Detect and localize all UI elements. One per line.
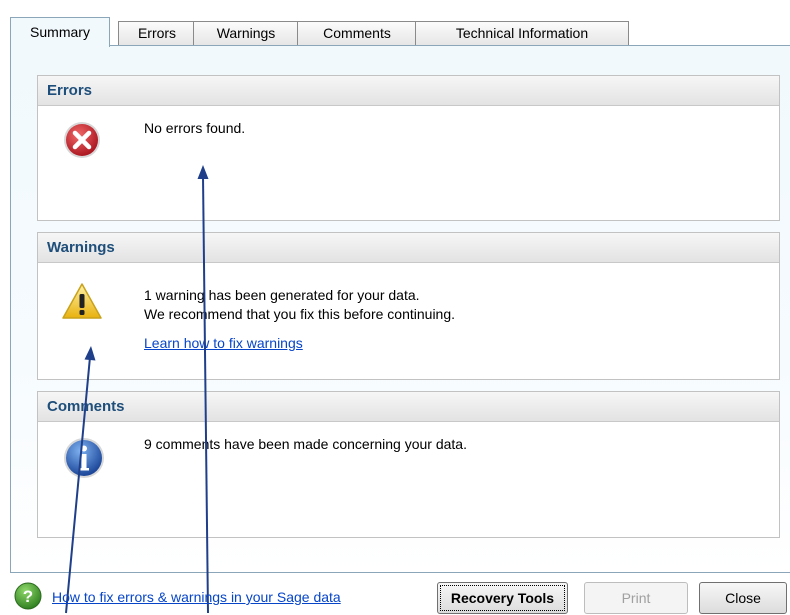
errors-section-title: Errors: [38, 76, 779, 106]
print-button[interactable]: Print: [584, 582, 688, 614]
summary-panel: Errors No errors found. Warnings 1 warni…: [10, 45, 790, 573]
tab-errors[interactable]: Errors: [118, 21, 196, 45]
learn-fix-warnings-link[interactable]: Learn how to fix warnings: [144, 333, 303, 353]
help-fix-errors-link[interactable]: How to fix errors & warnings in your Sag…: [52, 589, 341, 605]
warnings-message-line1: 1 warning has been generated for your da…: [144, 287, 420, 303]
errors-section: Errors No errors found.: [37, 75, 780, 221]
tab-comments[interactable]: Comments: [297, 21, 417, 45]
tab-warnings[interactable]: Warnings: [193, 21, 299, 45]
warnings-section-title: Warnings: [38, 233, 779, 263]
info-icon: [64, 438, 104, 478]
tab-technical-information[interactable]: Technical Information: [415, 21, 629, 45]
warnings-section: Warnings 1 warning has been generated fo…: [37, 232, 780, 380]
errors-message: No errors found.: [144, 120, 246, 136]
warnings-message-line2: We recommend that you fix this before co…: [144, 306, 456, 322]
recovery-tools-button[interactable]: Recovery Tools: [437, 582, 568, 614]
svg-text:?: ?: [23, 587, 33, 606]
close-button[interactable]: Close: [699, 582, 787, 614]
question-icon: ?: [14, 582, 42, 610]
tab-summary[interactable]: Summary: [10, 17, 110, 47]
comments-section: Comments 9 comments have been made conce…: [37, 391, 780, 538]
comments-section-title: Comments: [38, 392, 779, 422]
warning-icon: [62, 283, 102, 319]
tab-bar: Summary Errors Warnings Comments Technic…: [10, 17, 790, 47]
error-icon: [64, 122, 100, 158]
comments-message: 9 comments have been made concerning you…: [144, 436, 467, 452]
